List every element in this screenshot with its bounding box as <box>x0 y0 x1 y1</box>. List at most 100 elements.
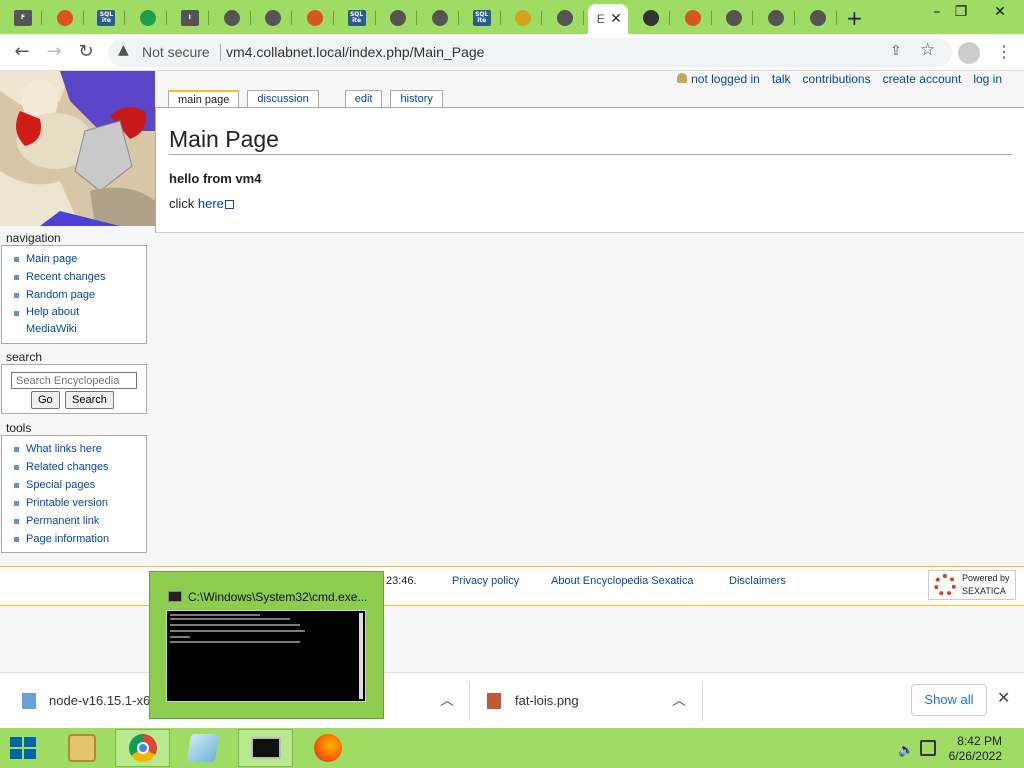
volume-muted-icon[interactable]: 🔈 <box>898 742 914 758</box>
tab-edit[interactable]: edit <box>344 90 383 108</box>
address-bar[interactable]: ▲ Not secure vm4.collabnet.local/index.p… <box>108 38 952 67</box>
tool-related-changes[interactable]: Related changes <box>14 458 146 476</box>
nav-random-page[interactable]: Random page <box>14 286 146 304</box>
browser-tab[interactable] <box>296 4 334 31</box>
browser-tab[interactable] <box>379 4 418 31</box>
maximize-button[interactable]: ❐ <box>946 2 976 24</box>
chrome-icon <box>390 9 407 26</box>
not-logged-in-label: not logged in <box>691 72 760 86</box>
browser-tab[interactable] <box>129 4 168 31</box>
browser-tab[interactable] <box>254 4 293 31</box>
security-label[interactable]: Not secure <box>142 44 210 60</box>
go-button[interactable]: Go <box>31 391 60 409</box>
tab-separator <box>752 11 754 25</box>
browser-tab[interactable] <box>213 4 251 31</box>
navigation-portlet: Main page Recent changes Random page Hel… <box>1 245 147 344</box>
system-clock[interactable]: 8:42 PM 6/26/2022 <box>940 734 1002 764</box>
tool-special-pages[interactable]: Special pages <box>14 476 146 494</box>
taskbar-firefox[interactable] <box>300 729 355 767</box>
console-line <box>170 624 300 626</box>
console-line <box>170 630 305 632</box>
new-tab-button[interactable]: + <box>846 6 863 30</box>
url-text[interactable]: vm4.collabnet.local/index.php/Main_Page <box>226 44 484 60</box>
tool-printable-version[interactable]: Printable version <box>14 494 146 512</box>
powered-by-name: SEXATICA <box>962 586 1006 596</box>
personal-not-logged-in[interactable]: not logged in <box>677 72 760 86</box>
start-windows-icon[interactable] <box>10 737 38 761</box>
tab-separator <box>710 11 712 25</box>
page-title: Main Page <box>169 126 1012 155</box>
log-in-link[interactable]: log in <box>973 72 1002 86</box>
download-item-fat-lois[interactable]: fat-lois.png ︿ <box>470 673 702 729</box>
tool-permanent-link[interactable]: Permanent link <box>14 512 146 530</box>
tab-gap <box>327 90 337 108</box>
reload-button[interactable]: ↻ <box>74 41 98 65</box>
site-logo[interactable] <box>0 71 155 226</box>
contributions-link[interactable]: contributions <box>803 72 871 86</box>
tab-separator <box>499 11 501 25</box>
download-name-node: node-v16.15.1-x64 <box>49 693 149 708</box>
back-button[interactable]: ← <box>10 41 34 65</box>
search-portlet: Go Search <box>1 364 147 414</box>
taskbar-cmd[interactable] <box>238 729 293 767</box>
cmd-window-preview[interactable]: C:\Windows\System32\cmd.exe... <box>149 571 384 719</box>
browser-tab[interactable]: F <box>4 4 42 31</box>
about-link[interactable]: About Encyclopedia Sexatica <box>551 575 693 587</box>
hello-text: hello from vm4 <box>169 171 262 186</box>
browser-tab[interactable]: I <box>171 4 209 31</box>
browser-tab[interactable] <box>715 4 754 31</box>
file-icon <box>515 9 532 26</box>
chevron-up-icon[interactable]: ︿ <box>440 690 454 710</box>
search-button[interactable]: Search <box>65 391 114 409</box>
nav-recent-changes[interactable]: Recent changes <box>14 268 146 286</box>
browser-tab[interactable]: SQL ite <box>338 4 376 31</box>
menu-kebab-icon[interactable]: ⋮ <box>996 42 1012 61</box>
network-icon[interactable] <box>920 740 936 756</box>
firefox-icon <box>313 734 342 762</box>
browser-tab[interactable] <box>757 4 795 31</box>
search-input[interactable] <box>11 372 137 389</box>
preview-title: C:\Windows\System32\cmd.exe... <box>188 590 368 604</box>
tab-main-page[interactable]: main page <box>168 90 240 108</box>
disclaimers-link[interactable]: Disclaimers <box>729 575 786 587</box>
here-link[interactable]: here <box>198 196 224 211</box>
tab-active[interactable]: E ✕ <box>587 4 628 34</box>
create-account-link[interactable]: create account <box>883 72 962 86</box>
browser-tab[interactable] <box>632 4 670 31</box>
nav-main-page[interactable]: Main page <box>14 250 146 268</box>
taskbar-chrome[interactable] <box>115 729 170 767</box>
personal-tools: not logged in talk contributions create … <box>677 72 1002 86</box>
profile-avatar-icon[interactable] <box>958 42 980 64</box>
show-all-button[interactable]: Show all <box>911 684 987 716</box>
tools-title: tools <box>6 421 32 435</box>
browser-tab[interactable] <box>46 4 84 31</box>
browser-tab[interactable] <box>421 4 459 31</box>
browser-tab[interactable] <box>674 4 712 31</box>
privacy-policy-link[interactable]: Privacy policy <box>452 575 519 587</box>
browser-tab[interactable]: SQL ite <box>87 4 126 31</box>
diamond-icon <box>432 9 448 26</box>
share-icon[interactable]: ⇪ <box>890 42 902 59</box>
browser-tab[interactable]: SQL ite <box>463 4 501 31</box>
tool-what-links-here[interactable]: What links here <box>14 440 146 458</box>
powered-by-badge[interactable]: Powered by SEXATICA <box>928 570 1016 600</box>
close-window-button[interactable]: ✕ <box>985 2 1015 24</box>
close-tab-icon[interactable]: ✕ <box>610 10 622 27</box>
bookmark-star-icon[interactable]: ☆ <box>920 40 935 60</box>
console-line <box>170 636 190 638</box>
forward-button[interactable]: → <box>42 41 66 65</box>
taskbar-file-explorer[interactable] <box>54 729 109 767</box>
tab-history[interactable]: history <box>390 90 443 108</box>
tab-discussion[interactable]: discussion <box>247 90 319 108</box>
taskbar-app[interactable] <box>175 729 230 767</box>
browser-tab[interactable] <box>799 4 837 31</box>
tool-page-information[interactable]: Page information <box>14 530 146 548</box>
close-shelf-icon[interactable]: ✕ <box>997 688 1010 707</box>
download-name-fat-lois: fat-lois.png <box>515 693 579 708</box>
chevron-up-icon[interactable]: ︿ <box>672 690 686 710</box>
browser-tab[interactable] <box>546 4 585 31</box>
nav-help-about[interactable]: Help about MediaWiki <box>14 304 84 338</box>
talk-link[interactable]: talk <box>772 72 791 86</box>
browser-tab[interactable] <box>504 4 543 31</box>
globe-icon <box>265 9 282 26</box>
